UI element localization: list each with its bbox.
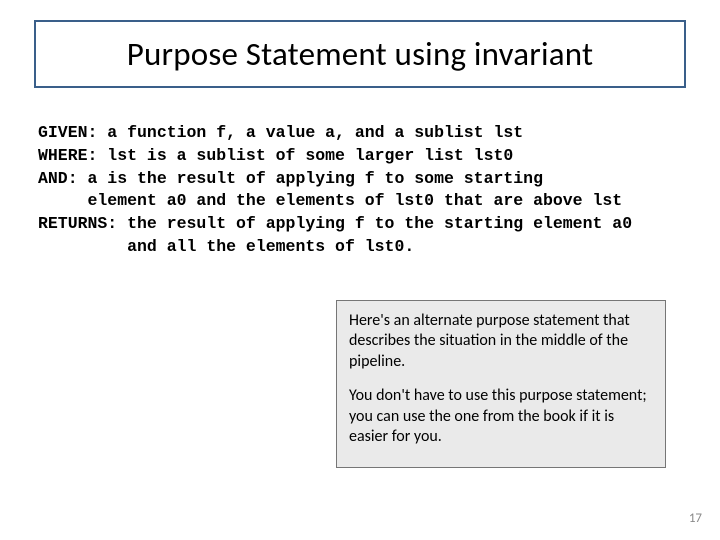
note-paragraph: Here's an alternate purpose statement th…: [349, 311, 653, 372]
code-line: element a0 and the elements of lst0 that…: [38, 191, 622, 210]
code-line: WHERE: lst is a sublist of some larger l…: [38, 146, 513, 165]
purpose-statement-code: GIVEN: a function f, a value a, and a su…: [38, 122, 682, 259]
note-box: Here's an alternate purpose statement th…: [336, 300, 666, 468]
page-number: 17: [689, 511, 702, 526]
code-line: GIVEN: a function f, a value a, and a su…: [38, 123, 523, 142]
slide-title: Purpose Statement using invariant: [127, 34, 594, 74]
code-line: AND: a is the result of applying f to so…: [38, 169, 543, 188]
note-paragraph: You don't have to use this purpose state…: [349, 386, 653, 447]
title-box: Purpose Statement using invariant: [34, 20, 686, 88]
code-line: and all the elements of lst0.: [38, 237, 414, 256]
code-line: RETURNS: the result of applying f to the…: [38, 214, 632, 233]
